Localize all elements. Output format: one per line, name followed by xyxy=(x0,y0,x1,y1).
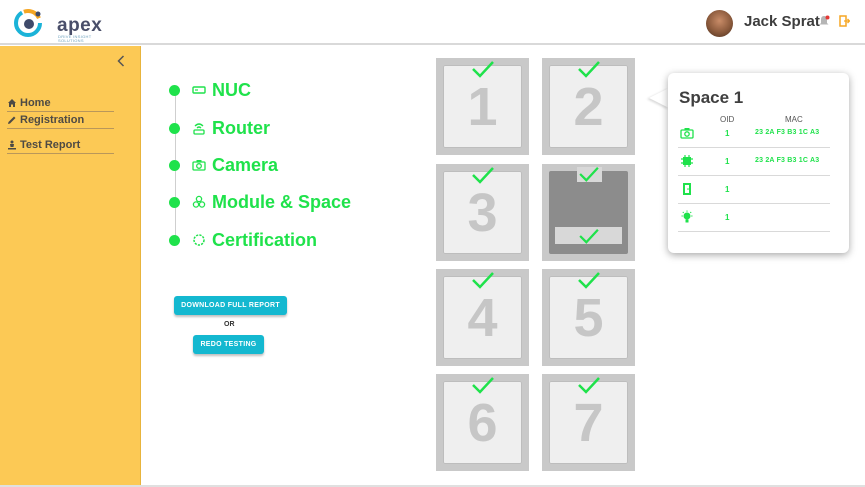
door-icon xyxy=(683,183,691,195)
tile-number: 1 xyxy=(467,77,498,137)
tile-number: 5 xyxy=(573,288,604,348)
device-row: 1 xyxy=(678,204,830,232)
checkmark-icon xyxy=(578,61,600,78)
space-tile-2[interactable]: 2 xyxy=(542,58,635,155)
space-tile-3[interactable]: 3 xyxy=(436,164,529,261)
or-separator: OR xyxy=(224,321,235,328)
tile-number: 7 xyxy=(573,393,604,453)
sidebar-item-home[interactable]: Home xyxy=(7,94,114,112)
checkmark-icon xyxy=(578,377,600,394)
step-router[interactable]: Router xyxy=(169,117,270,139)
device-row: 1 xyxy=(678,176,830,204)
brand-tagline: DRIVE INSIGHT SOLUTIONS xyxy=(58,34,92,43)
step-nuc[interactable]: NUC xyxy=(169,79,251,101)
apex-logo-mark-icon xyxy=(14,9,42,37)
certificate-icon xyxy=(192,233,206,247)
step-status-dot xyxy=(169,122,180,134)
checkmark-icon xyxy=(579,167,599,182)
device-mac: 23 2A F3 B3 1C A3 xyxy=(755,129,820,136)
light-icon xyxy=(681,210,693,223)
person-stand-icon xyxy=(8,140,16,149)
top-header: apex DRIVE INSIGHT SOLUTIONS Jack Sprat xyxy=(0,0,865,45)
step-label: Certification xyxy=(212,229,318,250)
step-label: Router xyxy=(212,117,270,138)
step-label: Camera xyxy=(212,154,279,175)
bell-icon[interactable] xyxy=(818,15,830,27)
device-oid: 1 xyxy=(725,213,730,222)
device-oid: 1 xyxy=(725,129,730,138)
space-tile-6[interactable]: 6 xyxy=(436,374,529,471)
step-status-dot xyxy=(169,234,180,246)
nuc-icon xyxy=(192,83,206,97)
sidebar-item-test-report[interactable]: Test Report xyxy=(7,136,114,154)
sidebar-item-label: Test Report xyxy=(20,138,81,151)
step-label: NUC xyxy=(212,79,251,100)
step-module-space[interactable]: Module & Space xyxy=(169,191,351,213)
step-status-dot xyxy=(169,196,180,208)
chevron-left-icon[interactable] xyxy=(117,54,129,70)
step-certification[interactable]: Certification xyxy=(169,229,317,251)
home-icon xyxy=(8,98,16,107)
redo-testing-button[interactable]: REDO TESTING xyxy=(193,335,264,354)
space-tile-7[interactable]: 7 xyxy=(542,374,635,471)
tile-number: 2 xyxy=(573,77,604,137)
checkmark-icon xyxy=(472,167,494,184)
checkmark-icon xyxy=(472,61,494,78)
device-row: 1 23 2A F3 B3 1C A3 xyxy=(678,120,830,148)
tile-number: 6 xyxy=(467,393,498,453)
tile-number: 4 xyxy=(467,288,498,348)
camera-icon xyxy=(680,128,694,139)
pencil-icon xyxy=(8,116,16,124)
device-mac: 23 2A F3 B3 1C A3 xyxy=(755,157,820,164)
space-tile-1[interactable]: 1 xyxy=(436,58,529,155)
chip-icon xyxy=(681,155,693,167)
space-tile-4[interactable]: 4 xyxy=(436,269,529,366)
tile-number: 3 xyxy=(467,183,498,243)
sidebar-item-label: Registration xyxy=(20,113,85,126)
checkmark-icon xyxy=(578,272,600,289)
apex-logo[interactable]: apex DRIVE INSIGHT SOLUTIONS xyxy=(14,7,104,43)
step-status-dot xyxy=(169,159,180,171)
step-label: Module & Space xyxy=(212,191,352,212)
space-details-popover: Space 1 OID MAC 1 23 2A F3 B3 1C A3 1 23… xyxy=(668,73,849,253)
device-row: 1 23 2A F3 B3 1C A3 xyxy=(678,148,830,176)
popover-title: Space 1 xyxy=(679,88,744,107)
step-status-dot xyxy=(169,84,180,96)
popover-arrow xyxy=(649,88,669,108)
space-tile-selected[interactable] xyxy=(542,164,635,261)
device-oid: 1 xyxy=(725,157,730,166)
router-icon xyxy=(192,121,206,135)
checkmark-icon xyxy=(579,229,599,244)
modules-icon xyxy=(192,195,206,209)
sidebar: Home Registration Test Report xyxy=(0,46,141,487)
space-tile-5[interactable]: 5 xyxy=(542,269,635,366)
checkmark-icon xyxy=(472,272,494,289)
checkmark-icon xyxy=(472,377,494,394)
device-oid: 1 xyxy=(725,185,730,194)
download-full-report-button[interactable]: DOWNLOAD FULL REPORT xyxy=(174,296,287,315)
avatar[interactable] xyxy=(706,10,733,37)
sidebar-item-label: Home xyxy=(20,96,51,109)
sidebar-item-registration[interactable]: Registration xyxy=(7,111,114,129)
step-camera[interactable]: Camera xyxy=(169,154,278,176)
user-name[interactable]: Jack Sprat xyxy=(744,13,820,30)
logout-icon[interactable] xyxy=(839,15,850,27)
camera-icon xyxy=(192,158,206,172)
